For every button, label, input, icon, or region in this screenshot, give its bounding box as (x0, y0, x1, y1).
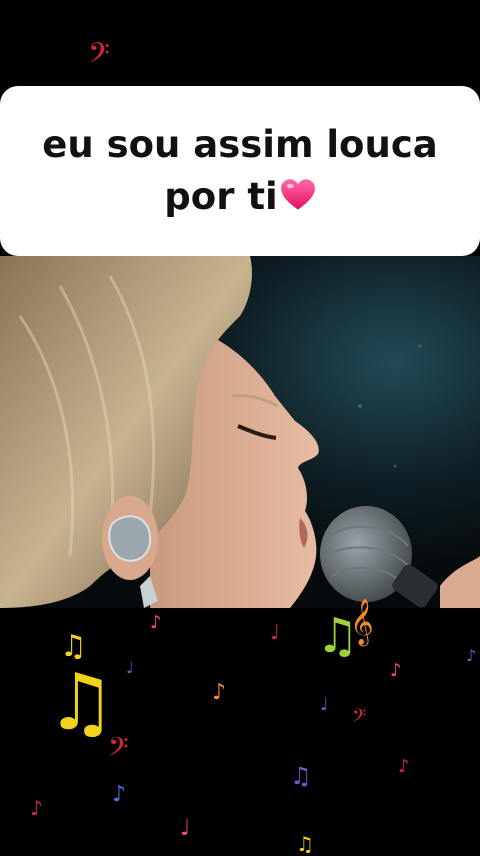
music-note-icon: ♪ (112, 782, 127, 807)
music-note-icon: ♩ (126, 658, 134, 677)
caption-text: eu sou assim louca por ti (32, 119, 447, 223)
music-note-icon: ♪ (150, 612, 162, 633)
singer-illustration (0, 256, 480, 608)
music-note-icon: ♩ (270, 620, 280, 644)
in-ear-monitor (108, 515, 152, 562)
bass-clef-icon: 𝄢 (352, 706, 367, 731)
top-black-band: 𝄢 (0, 0, 480, 88)
music-note-icon: ♫ (46, 658, 116, 748)
bass-clef-icon: 𝄢 (88, 37, 110, 77)
music-note-icon: ♪ (398, 756, 410, 777)
music-note-icon: ♪ (466, 646, 477, 665)
music-note-icon: ♩ (320, 694, 329, 715)
video-frame[interactable] (0, 256, 480, 608)
heart-icon (280, 179, 315, 210)
music-note-icon: ♫ (290, 762, 312, 790)
music-note-icon: ♩ (180, 816, 191, 841)
caption-line-1: eu sou assim louca (42, 123, 438, 166)
caption-line-2: por ti (164, 175, 278, 218)
caption-card: eu sou assim louca por ti (0, 86, 480, 256)
bass-clef-icon: 𝄢 (108, 731, 129, 769)
bottom-black-band: ♫ ♫ ♫ 𝄞 𝄢 ♪ ♩ ♪ ♪ ♩ 𝄢 ♪ ♫ ♪ ♩ ♪ ♪ ♩ ♫ (0, 602, 480, 856)
music-note-icon: ♫ (296, 832, 314, 856)
music-note-icon: ♪ (212, 680, 227, 705)
music-note-icon: ♪ (30, 796, 43, 820)
music-note-icon: ♪ (390, 660, 402, 681)
treble-clef-icon: 𝄞 (350, 599, 374, 645)
